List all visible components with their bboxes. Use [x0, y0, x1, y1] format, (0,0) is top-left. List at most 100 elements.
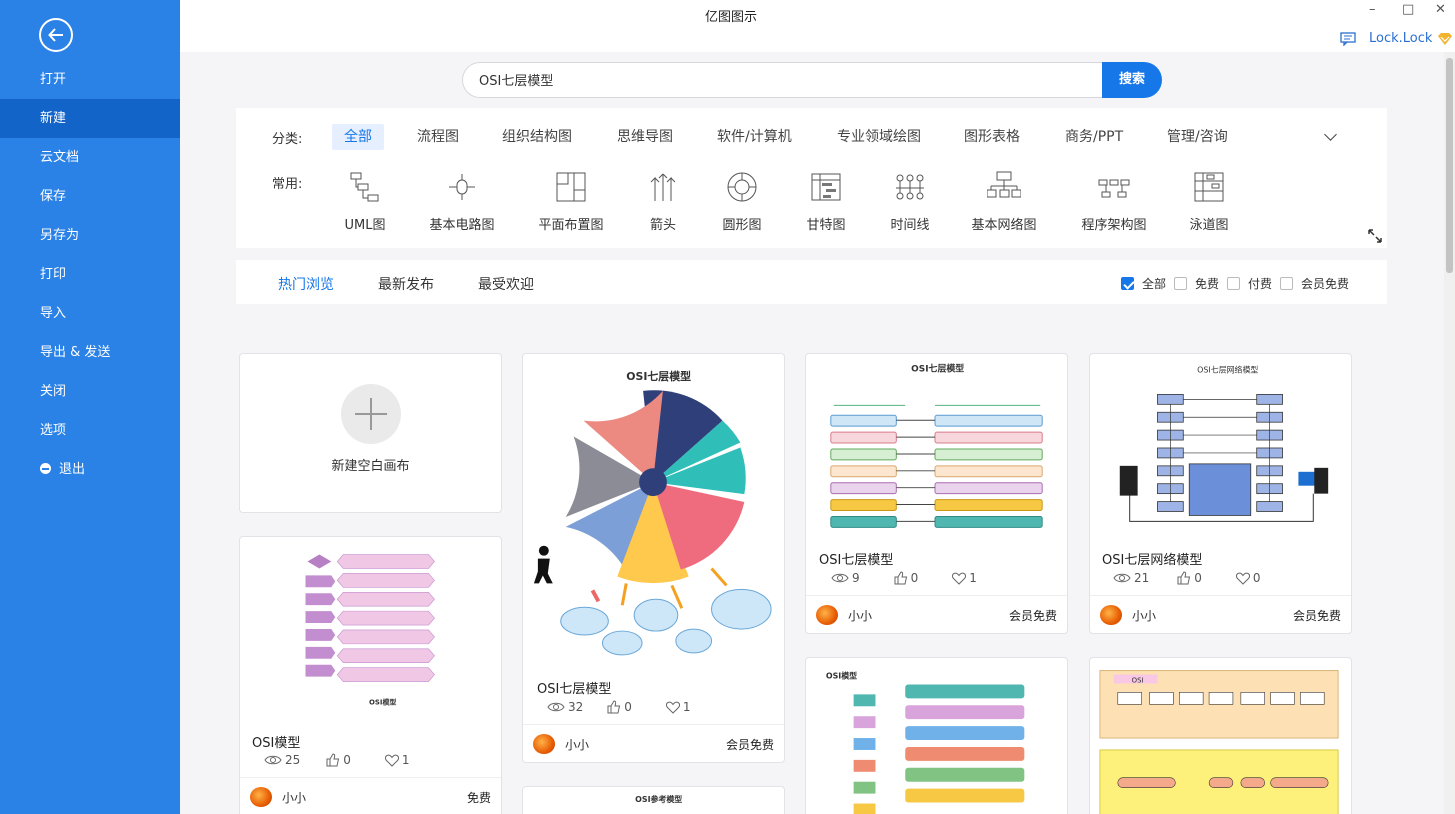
template-stats: 21 0 0 — [1113, 571, 1261, 585]
scrollbar[interactable] — [1444, 52, 1455, 814]
expand-icon[interactable] — [1367, 228, 1383, 244]
sidebar-item-save[interactable]: 保存 — [0, 177, 180, 216]
template-stats: 32 0 1 — [547, 700, 691, 714]
gantt-icon — [811, 173, 841, 201]
eye-icon — [547, 702, 565, 712]
common-item-arrow[interactable]: 箭头 — [646, 170, 680, 233]
filter-checkbox-label: 付费 — [1248, 277, 1273, 291]
category-tab-software[interactable]: 软件/计算机 — [705, 124, 804, 150]
template-title[interactable]: OSI七层网络模型 — [1102, 549, 1202, 568]
filter-checkbox-label: 全部 — [1142, 277, 1167, 291]
user-menu[interactable]: Lock.Lock ▼ — [1340, 31, 1455, 46]
category-tab-professional[interactable]: 专业领域绘图 — [825, 124, 933, 150]
template-card[interactable]: OSI七层网络模型 OSI七层网络模型 21 0 0 小小 会员免费 — [1089, 353, 1352, 634]
author-name[interactable]: 小小 — [282, 789, 306, 806]
sidebar-item-open[interactable]: 打开 — [0, 60, 180, 99]
author-name[interactable]: 小小 — [848, 607, 872, 624]
avatar[interactable] — [250, 787, 272, 807]
common-item-circle-chart[interactable]: 圆形图 — [720, 170, 764, 233]
sidebar-item-new[interactable]: 新建 — [0, 99, 180, 138]
avatar[interactable] — [816, 605, 838, 625]
template-card[interactable]: OSI七层模型 OSI七层模型 9 0 1 小小 会员免费 — [805, 353, 1068, 634]
common-item-timeline[interactable]: 时间线 — [888, 170, 932, 233]
common-item-uml[interactable]: UML图 — [343, 170, 387, 233]
timeline-icon — [896, 174, 924, 200]
like-count[interactable]: 0 — [607, 700, 632, 714]
sidebar-item-options[interactable]: 选项 — [0, 411, 180, 450]
uml-icon — [350, 172, 379, 202]
category-tab-business-ppt[interactable]: 商务/PPT — [1053, 124, 1135, 150]
sidebar-item-save-as[interactable]: 另存为 — [0, 216, 180, 255]
tab-most-liked[interactable]: 最受欢迎 — [478, 274, 534, 294]
category-tab-management[interactable]: 管理/咨询 — [1155, 124, 1240, 150]
sidebar-item-print[interactable]: 打印 — [0, 255, 180, 294]
price-badge: 会员免费 — [1008, 609, 1057, 623]
chevron-down-icon[interactable] — [1324, 128, 1337, 141]
sidebar-item-export-send[interactable]: 导出 & 发送 — [0, 333, 180, 372]
template-card[interactable]: OSI参考模型 — [522, 786, 785, 814]
avatar[interactable] — [1100, 605, 1122, 625]
search-input[interactable] — [479, 72, 1079, 87]
template-title[interactable]: OSI模型 — [252, 732, 300, 751]
category-tab-flowchart[interactable]: 流程图 — [405, 124, 471, 150]
common-item-program-architecture[interactable]: 程序架构图 — [1080, 170, 1148, 233]
tab-popular[interactable]: 热门浏览 — [278, 274, 334, 294]
template-card[interactable]: OSI — [1089, 657, 1352, 814]
thumbnail-title: OSI七层模型 — [626, 369, 691, 383]
common-item-gantt[interactable]: 甘特图 — [806, 170, 846, 233]
category-tab-all[interactable]: 全部 — [332, 124, 384, 150]
author-name[interactable]: 小小 — [565, 736, 589, 753]
favorite-count[interactable]: 1 — [665, 700, 691, 714]
common-item-basic-circuit[interactable]: 基本电路图 — [426, 170, 498, 233]
common-item-basic-network[interactable]: 基本网络图 — [971, 170, 1037, 233]
minimize-button[interactable]: – — [1369, 2, 1376, 17]
avatar[interactable] — [533, 734, 555, 754]
filter-checkbox-label: 会员免费 — [1301, 277, 1350, 291]
favorite-count[interactable]: 0 — [1235, 571, 1261, 585]
filter-checkbox-member-free[interactable] — [1280, 277, 1293, 290]
template-card[interactable]: OSI模型 — [805, 657, 1068, 814]
search-button[interactable]: 搜索 — [1102, 62, 1162, 98]
template-footer: 小小 会员免费 — [523, 724, 784, 762]
common-item-label: 程序架构图 — [1081, 218, 1147, 233]
category-tab-graphic-table[interactable]: 图形表格 — [952, 124, 1032, 150]
category-tab-mindmap[interactable]: 思维导图 — [605, 124, 685, 150]
search-field[interactable] — [462, 62, 1104, 98]
sidebar-item-close[interactable]: 关闭 — [0, 372, 180, 411]
template-footer: 小小 免费 — [240, 777, 501, 814]
favorite-count[interactable]: 1 — [384, 753, 410, 767]
price-badge: 会员免费 — [1292, 609, 1341, 623]
like-count[interactable]: 0 — [326, 753, 351, 767]
close-button[interactable]: ✕ — [1435, 2, 1446, 17]
like-count[interactable]: 0 — [1177, 571, 1202, 585]
author-name[interactable]: 小小 — [1132, 607, 1156, 624]
message-icon[interactable] — [1340, 31, 1356, 46]
template-title[interactable]: OSI七层模型 — [819, 549, 893, 568]
scrollbar-thumb[interactable] — [1446, 58, 1453, 273]
category-tab-org-chart[interactable]: 组织结构图 — [490, 124, 584, 150]
tab-latest[interactable]: 最新发布 — [378, 274, 434, 294]
titlebar: 亿图图示 – □ ✕ Lock.Lock ▼ — [180, 0, 1455, 52]
sidebar-item-cloud-docs[interactable]: 云文档 — [0, 138, 180, 177]
new-blank-canvas-card[interactable]: 新建空白画布 — [239, 353, 502, 513]
maximize-button[interactable]: □ — [1402, 2, 1414, 17]
filter-checkbox-paid[interactable] — [1227, 277, 1240, 290]
template-title[interactable]: OSI七层模型 — [537, 678, 611, 697]
back-arrow-icon[interactable] — [39, 18, 73, 52]
network-icon — [986, 171, 1022, 198]
common-item-floor-plan[interactable]: 平面布置图 — [535, 170, 607, 233]
sidebar-item-import[interactable]: 导入 — [0, 294, 180, 333]
sidebar-item-exit[interactable]: 退出 — [0, 450, 180, 489]
username[interactable]: Lock.Lock — [1369, 31, 1432, 46]
common-item-swimlane[interactable]: 泳道图 — [1189, 170, 1229, 233]
template-card[interactable]: OSI模型 OSI模型 25 0 1 小小 免费 — [239, 536, 502, 814]
vip-diamond-icon — [1438, 32, 1453, 45]
favorite-count[interactable]: 1 — [952, 571, 977, 585]
filter-checkbox-all[interactable] — [1121, 277, 1134, 290]
eye-icon — [831, 573, 849, 583]
heart-icon — [384, 754, 399, 767]
thumbs-up-icon — [607, 700, 621, 714]
filter-checkbox-free[interactable] — [1174, 277, 1187, 290]
template-card[interactable]: OSI七层模型 OSI七层模型 32 0 1 小小 会员免费 — [522, 353, 785, 763]
like-count[interactable]: 0 — [894, 571, 918, 585]
